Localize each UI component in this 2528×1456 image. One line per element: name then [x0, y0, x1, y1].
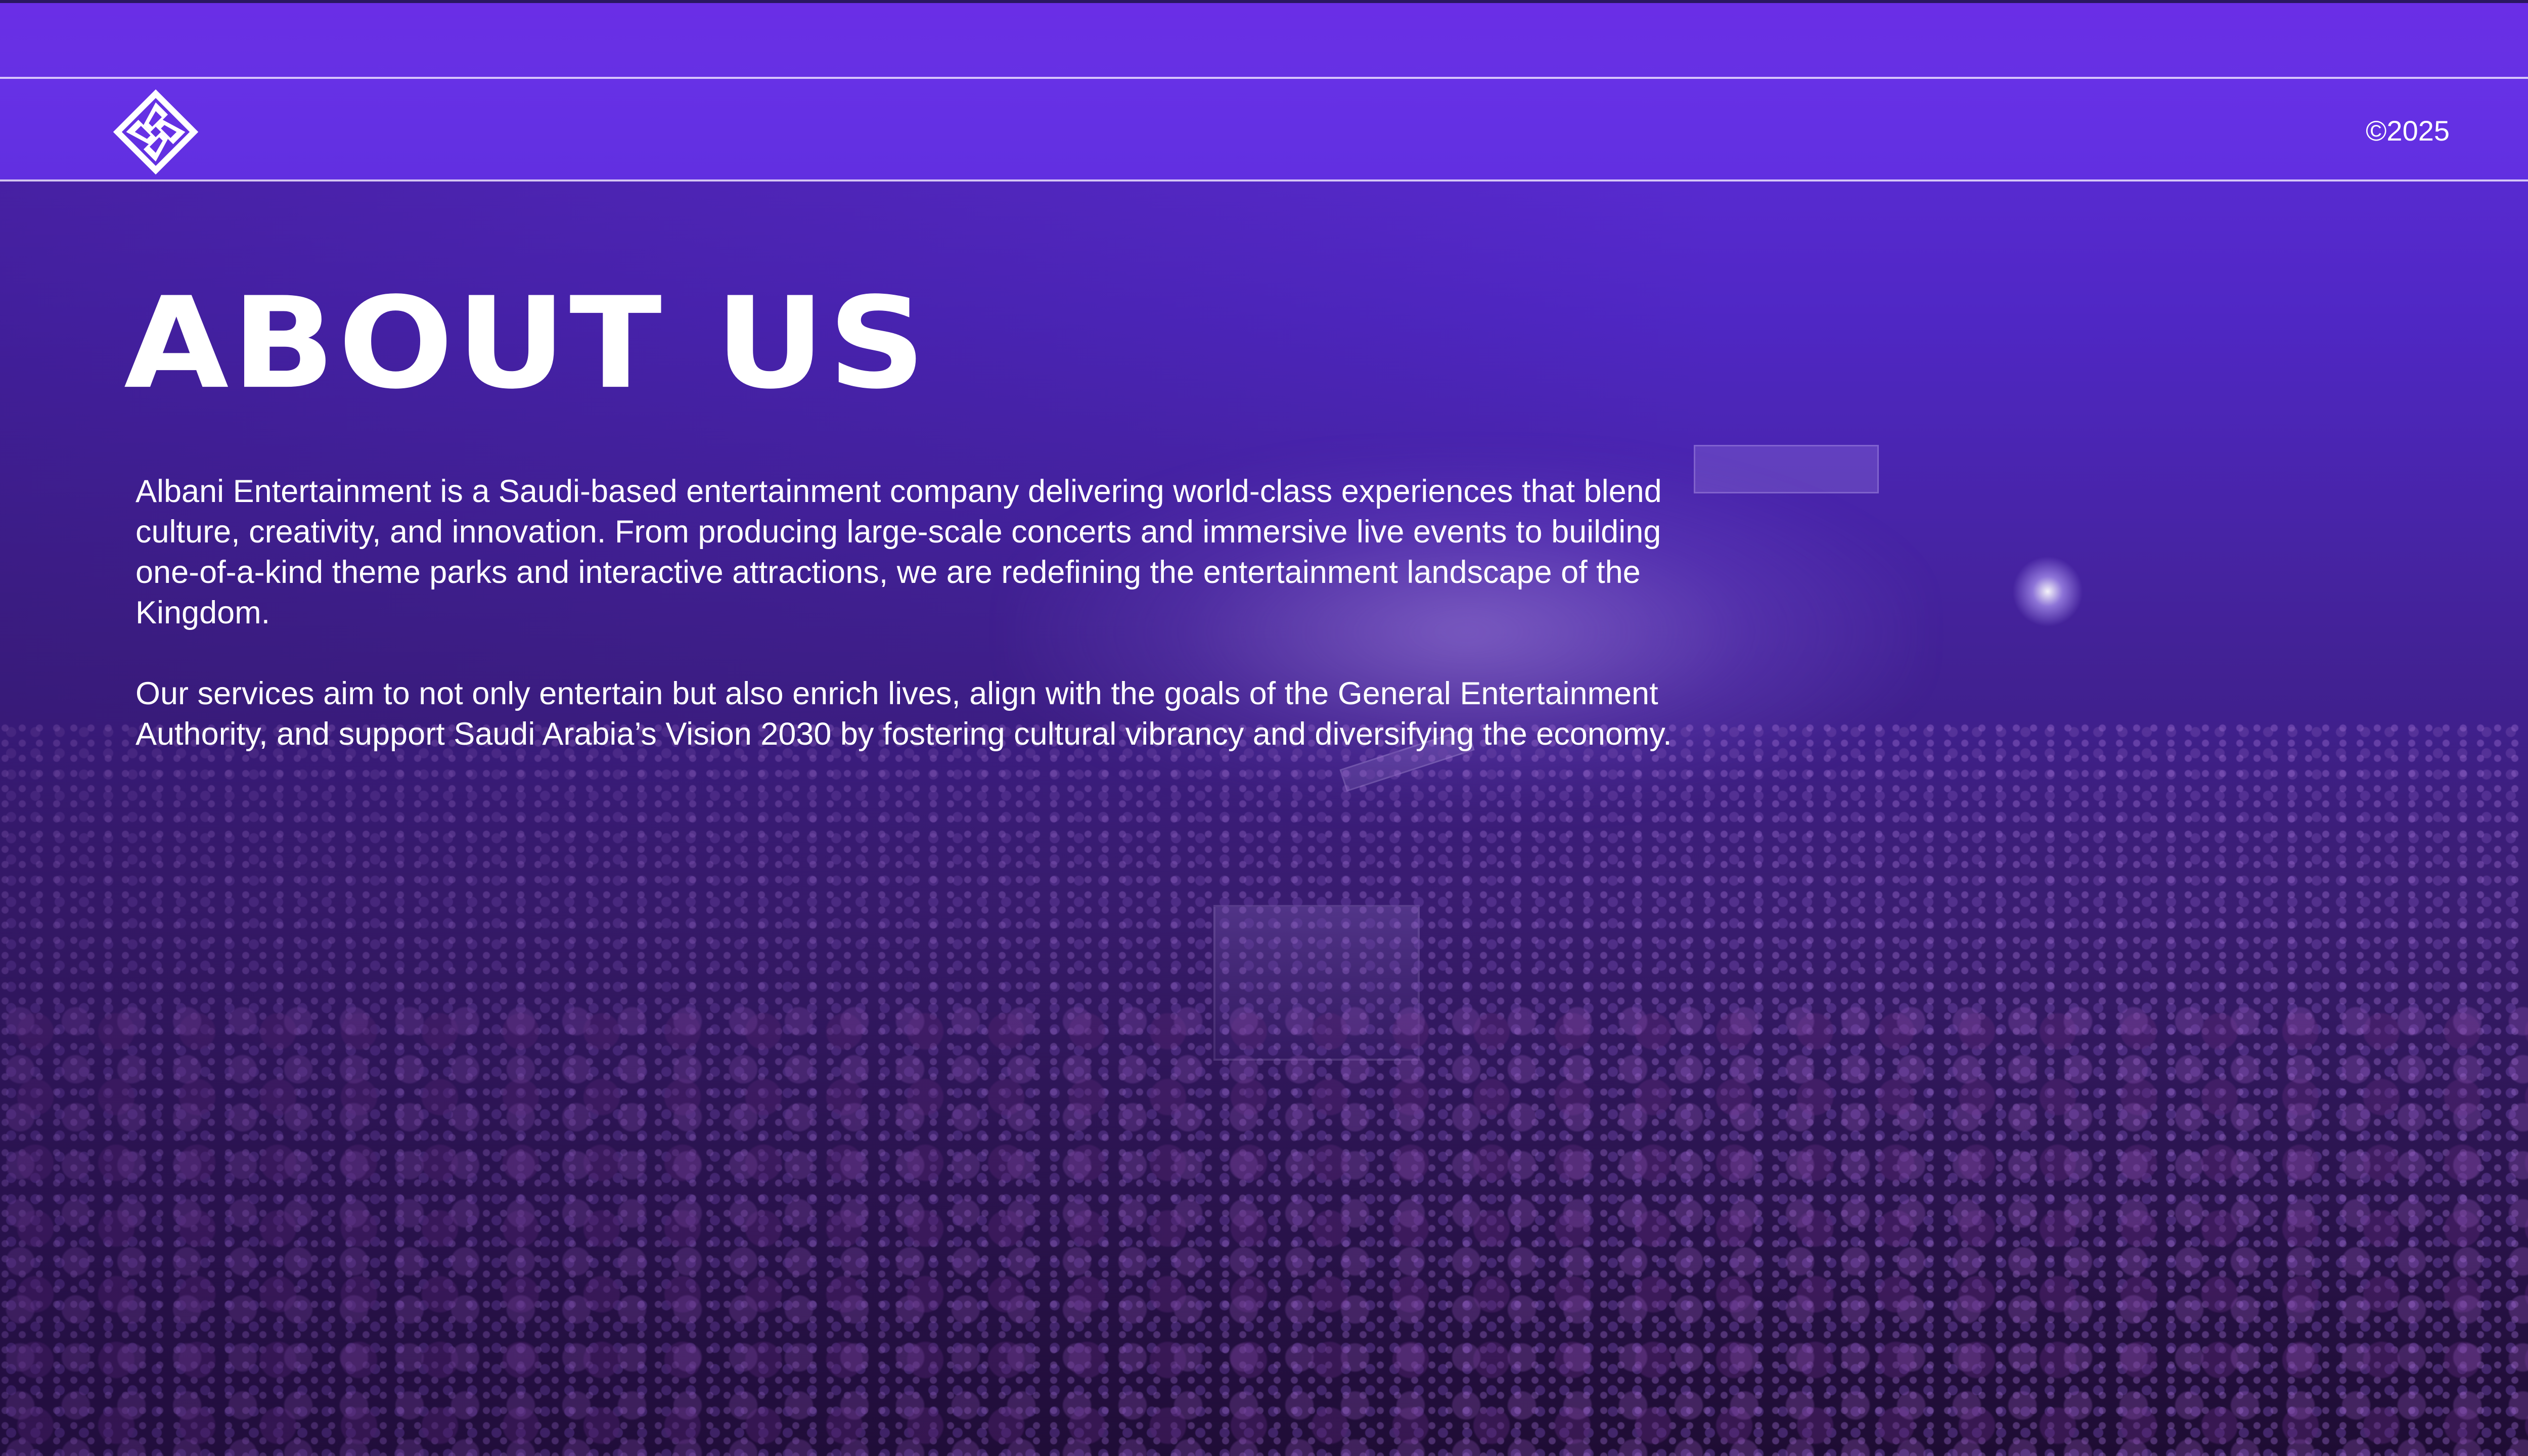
albani-logo-icon — [113, 89, 199, 175]
copyright-text: ©2025 — [2366, 115, 2450, 147]
about-us-slide: ©2025 ABOUT US Albani Entertainment is a… — [0, 0, 2528, 1456]
header-row — [0, 79, 2528, 179]
about-body: Albani Entertainment is a Saudi-based en… — [136, 471, 1703, 795]
stage-truss — [1694, 445, 1879, 493]
page-title: ABOUT US — [124, 270, 929, 417]
about-paragraph: Albani Entertainment is a Saudi-based en… — [136, 474, 1662, 630]
stage-spotlight — [2012, 556, 2083, 627]
header-divider-top — [0, 77, 2528, 79]
header-band — [0, 3, 2528, 79]
header-divider-bottom — [0, 179, 2528, 181]
about-paragraph: Our services aim to not only entertain b… — [136, 676, 1672, 752]
